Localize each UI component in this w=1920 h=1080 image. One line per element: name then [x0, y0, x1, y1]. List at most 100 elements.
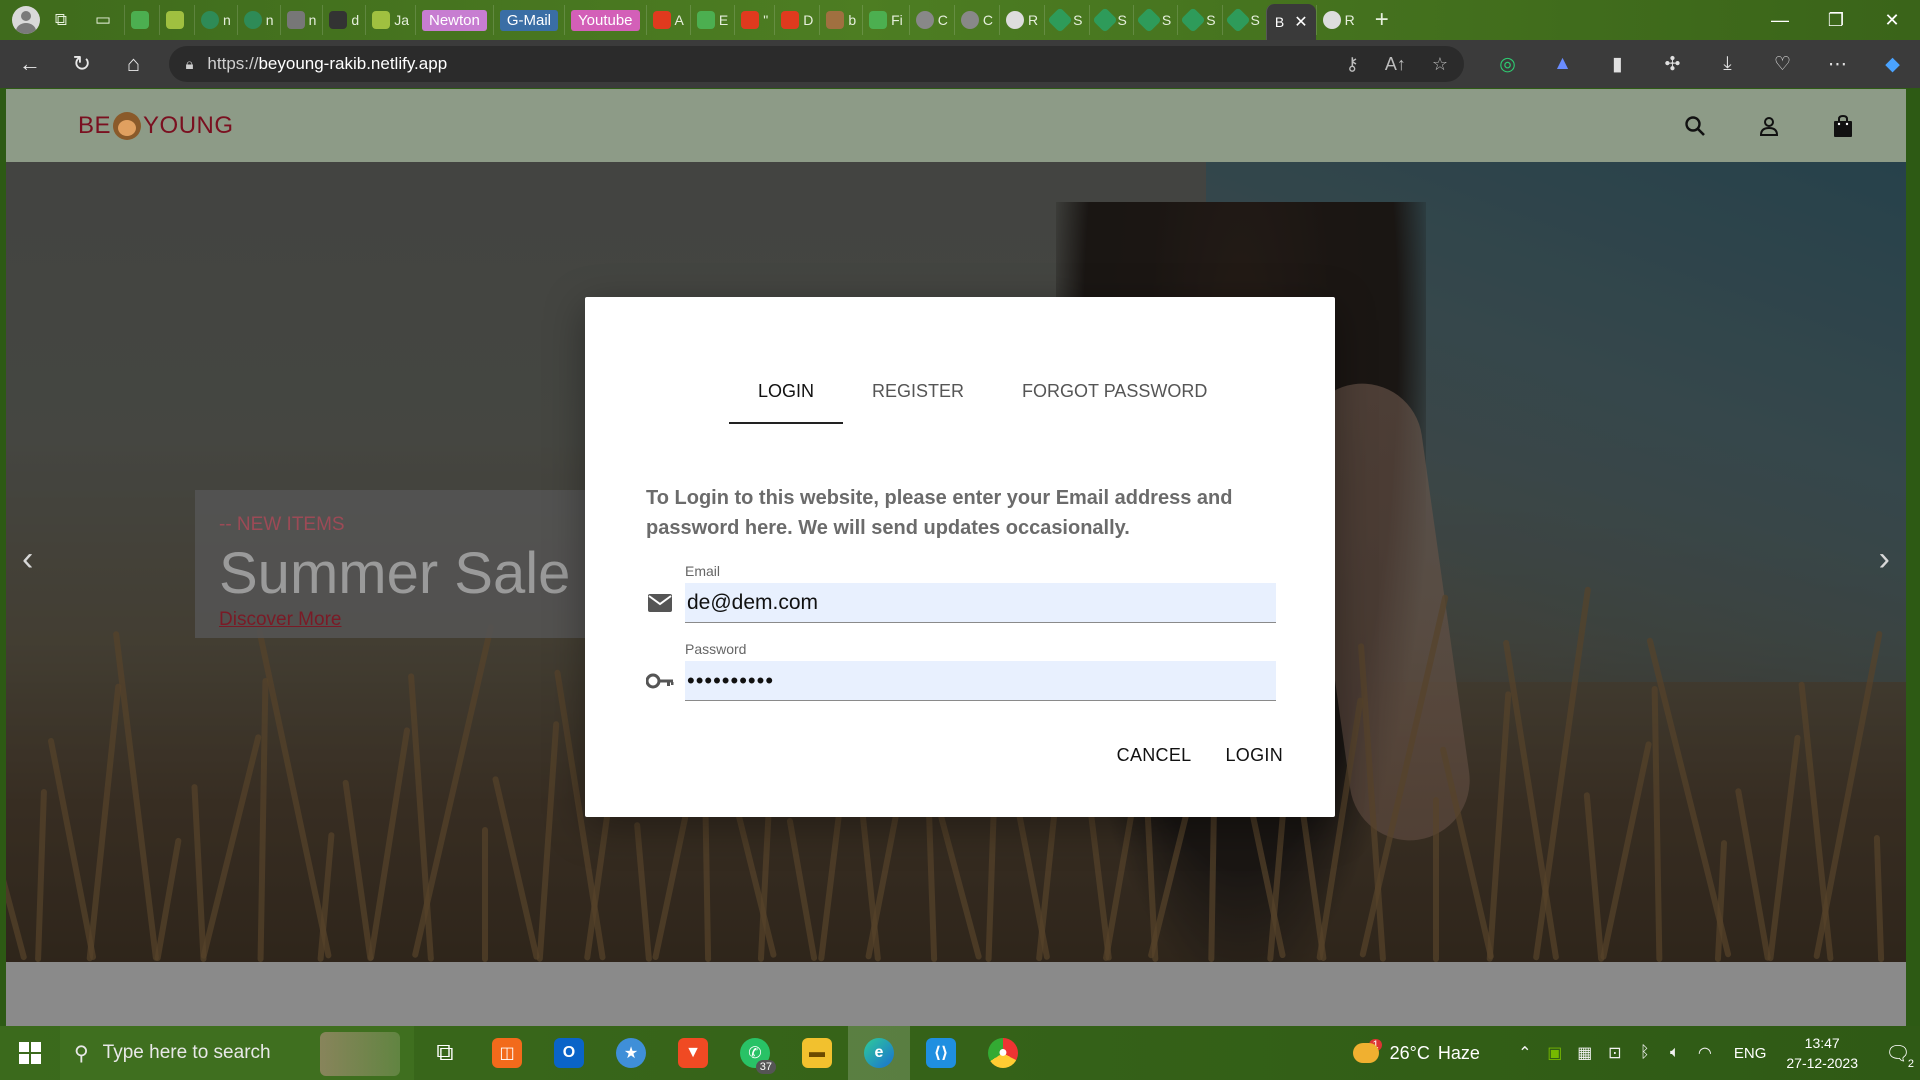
volume-icon[interactable]: 🔈︎ — [1660, 1044, 1690, 1062]
tab-favicon-icon — [286, 11, 305, 29]
lock-icon[interactable]: 🔒︎ — [185, 56, 193, 73]
tab[interactable]: " — [734, 5, 774, 35]
new-tab-button[interactable]: + — [1361, 5, 1403, 35]
bluetooth-icon[interactable]: ᛒ — [1630, 1044, 1660, 1062]
tab-favicon-icon — [372, 11, 391, 29]
tab-actions-icon[interactable]: ▭ — [88, 5, 118, 35]
login-button[interactable]: LOGIN — [1225, 745, 1283, 766]
discover-more-link[interactable]: Discover More — [219, 609, 591, 631]
tab-gmail[interactable]: G-Mail — [492, 5, 564, 35]
chrome-icon[interactable]: ● — [972, 1026, 1034, 1080]
password-input[interactable] — [685, 661, 1276, 701]
edge-icon[interactable]: e — [848, 1026, 910, 1080]
tab[interactable]: Fi — [862, 5, 909, 35]
taskbar-search[interactable]: ⚲ Type here to search — [60, 1026, 414, 1080]
tab-newton[interactable]: Newton — [414, 5, 493, 35]
close-tab-icon[interactable]: ✕ — [1294, 12, 1307, 32]
tab[interactable] — [159, 5, 194, 35]
browser-essentials-icon[interactable]: ♡ — [1755, 44, 1810, 84]
extension-a-icon[interactable]: ▲ — [1535, 44, 1590, 84]
home-icon[interactable]: ⌂ — [112, 44, 156, 84]
tab[interactable]: A — [645, 5, 690, 35]
tab[interactable]: n — [236, 5, 280, 35]
close-window-button[interactable]: ✕ — [1864, 0, 1920, 40]
key-icon[interactable]: ⚷ — [1346, 54, 1359, 75]
favorite-star-icon[interactable]: ☆ — [1432, 54, 1448, 75]
download-icon[interactable]: ⤓ — [1700, 44, 1755, 84]
app-icon-orange[interactable]: ◫ — [476, 1026, 538, 1080]
tab[interactable]: E — [689, 5, 734, 35]
tab[interactable]: Ja — [365, 5, 415, 35]
tab-login[interactable]: LOGIN — [729, 377, 844, 424]
tab[interactable]: D — [774, 5, 819, 35]
minimize-button[interactable]: — — [1752, 0, 1808, 40]
nvidia-icon[interactable]: ▣ — [1540, 1043, 1570, 1063]
tab[interactable]: R — [999, 5, 1044, 35]
tab[interactable]: S — [1221, 5, 1266, 35]
tab-label: Youtube — [571, 9, 640, 31]
extension-chart-icon[interactable]: ▮ — [1590, 44, 1645, 84]
copilot-icon[interactable]: ◆ — [1865, 44, 1920, 84]
tab-label: S — [1206, 12, 1216, 28]
extensions-puzzle-icon[interactable]: ✣ — [1645, 44, 1700, 84]
outlook-icon[interactable]: O — [538, 1026, 600, 1080]
shopping-bag-icon[interactable] — [1826, 109, 1860, 143]
tab[interactable]: S — [1132, 5, 1177, 35]
tab[interactable]: d — [322, 5, 365, 35]
task-view-icon[interactable]: ⧉ — [414, 1026, 476, 1080]
notification-center-icon[interactable]: 🗨︎ 2 — [1876, 1041, 1920, 1070]
restore-button[interactable]: ❐ — [1808, 0, 1864, 40]
more-menu-icon[interactable]: ⋯ — [1810, 44, 1865, 84]
wifi-icon[interactable]: ◠ — [1690, 1043, 1720, 1063]
cancel-button[interactable]: CANCEL — [1117, 745, 1192, 766]
tab[interactable]: S — [1044, 5, 1088, 35]
medal-app-icon[interactable]: ★ — [600, 1026, 662, 1080]
extension-ring-icon[interactable]: ◎ — [1480, 44, 1535, 84]
tab[interactable]: n — [279, 5, 323, 35]
device-icon[interactable]: ▦ — [1570, 1043, 1600, 1063]
carousel-prev-icon[interactable]: ‹ — [22, 540, 33, 579]
show-hidden-icons-chevron-icon[interactable]: ⌃ — [1510, 1043, 1540, 1063]
profile-avatar-icon[interactable] — [12, 6, 40, 34]
tab[interactable]: n — [194, 5, 237, 35]
weather-widget[interactable]: 1 26°C Haze — [1353, 1039, 1480, 1064]
whatsapp-icon[interactable]: ✆ 37 — [724, 1026, 786, 1080]
search-icon: ⚲ — [74, 1042, 89, 1065]
tab[interactable]: S — [1177, 5, 1221, 35]
tab[interactable]: S — [1088, 5, 1133, 35]
workspaces-icon[interactable]: ⧉ — [46, 5, 76, 35]
tab-label: n — [308, 12, 317, 28]
tab-label: Newton — [421, 9, 487, 31]
tab[interactable]: C — [908, 5, 954, 35]
email-input[interactable] — [685, 583, 1276, 623]
input-language[interactable]: ENG — [1734, 1045, 1767, 1062]
tab-register[interactable]: REGISTER — [843, 377, 993, 424]
carousel-next-icon[interactable]: › — [1879, 540, 1890, 579]
vscode-icon[interactable]: ⟨⟩ — [910, 1026, 972, 1080]
tab-label: R — [1028, 12, 1039, 28]
tab-active[interactable]: B ✕ — [1265, 4, 1316, 40]
tab[interactable] — [124, 5, 159, 35]
url-field[interactable]: 🔒︎ https://beyoung-rakib.netlify.app ⚷ A… — [169, 46, 1464, 82]
tab-label: C — [937, 12, 948, 28]
tab-label: S — [1250, 12, 1260, 28]
brave-icon[interactable]: ▼ — [662, 1026, 724, 1080]
account-icon[interactable] — [1752, 109, 1786, 143]
start-button[interactable] — [0, 1026, 60, 1080]
tab[interactable]: b — [819, 5, 862, 35]
search-icon[interactable] — [1678, 109, 1712, 143]
file-explorer-icon[interactable]: ▬ — [786, 1026, 848, 1080]
login-instructions: To Login to this website, please enter y… — [646, 487, 1233, 539]
tab-youtube[interactable]: Youtube — [564, 5, 646, 35]
site-logo[interactable]: BE YOUNG — [78, 111, 234, 140]
back-arrow-icon[interactable]: ← — [8, 44, 52, 84]
tab[interactable]: C — [953, 5, 999, 35]
outlook-app-icon: O — [554, 1038, 584, 1068]
refresh-icon[interactable]: ↻ — [60, 44, 104, 84]
read-aloud-icon[interactable]: A↑ — [1385, 54, 1406, 75]
camera-icon[interactable]: ⊡ — [1600, 1043, 1630, 1063]
tab-forgot-password[interactable]: FORGOT PASSWORD — [993, 377, 1236, 424]
promo-title: Summer Sale — [219, 541, 571, 606]
tab[interactable]: R — [1315, 5, 1361, 35]
clock[interactable]: 13:47 27-12-2023 — [1786, 1033, 1858, 1073]
